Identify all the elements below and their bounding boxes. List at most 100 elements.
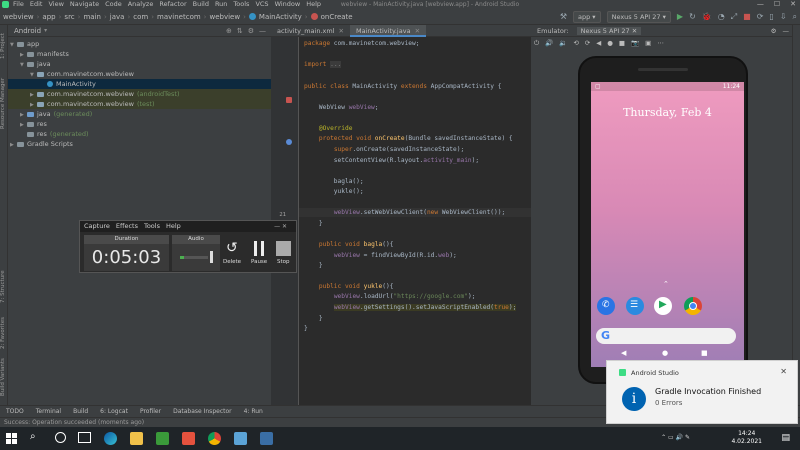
gear-icon[interactable]: ⚙ — [771, 27, 777, 35]
camtasia-icon[interactable] — [156, 432, 169, 445]
menu-analyze[interactable]: Analyze — [128, 0, 154, 9]
play-store-app-icon[interactable]: ▶ — [654, 297, 672, 315]
system-tray-icons[interactable]: ⌃ ▭ 🔊 ✎ — [661, 434, 690, 441]
project-tree-item[interactable]: ▼ java — [8, 59, 271, 69]
back-icon[interactable]: ◀ — [596, 39, 601, 47]
menu-file[interactable]: File — [13, 0, 24, 9]
build-variants-tab[interactable]: Build Variants — [0, 357, 8, 397]
chevron-down-icon[interactable]: ▾ — [44, 27, 47, 34]
project-tree-item[interactable]: ▶ Gradle Scripts — [8, 139, 271, 149]
hide-panel-icon[interactable]: — — [259, 27, 266, 35]
volume-up-icon[interactable]: 🔊 — [545, 39, 553, 47]
task-view-icon[interactable] — [78, 432, 91, 443]
back-nav-icon[interactable]: ◀ — [621, 349, 626, 357]
tab-logcat[interactable]: 6: Logcat — [100, 408, 128, 415]
overview-icon[interactable]: ■ — [619, 39, 625, 47]
home-nav-icon[interactable]: ● — [662, 349, 668, 357]
menu-tools[interactable]: Tools — [233, 0, 249, 9]
recents-nav-icon[interactable]: ■ — [701, 349, 708, 357]
favorites-tab[interactable]: 2: Favorites — [0, 313, 8, 353]
close-icon[interactable]: ✕ — [780, 367, 787, 376]
chrome-icon[interactable] — [208, 432, 221, 445]
override-gutter-icon[interactable] — [286, 139, 292, 145]
project-tree-item[interactable]: ▶ manifests — [8, 49, 271, 59]
project-tree-item[interactable]: MainActivity — [8, 79, 271, 89]
tab-build[interactable]: Build — [73, 408, 88, 415]
close-icon[interactable]: ✕ — [790, 0, 796, 9]
breadcrumb-src[interactable]: src — [61, 13, 74, 21]
phone-app-icon[interactable]: ✆ — [597, 297, 615, 315]
tab-todo[interactable]: TODO — [6, 408, 24, 415]
project-tree-item[interactable]: res (generated) — [8, 129, 271, 139]
recorder-menu-effects[interactable]: Effects — [116, 221, 138, 232]
menu-edit[interactable]: Edit — [30, 0, 43, 9]
resource-manager-tab[interactable]: Resource Manager — [0, 73, 8, 133]
start-icon[interactable] — [6, 433, 17, 444]
breadcrumb-webview[interactable]: webview — [206, 13, 240, 21]
project-tool-tab[interactable]: 1: Project — [0, 29, 8, 63]
gear-icon[interactable]: ⚙ — [248, 27, 254, 35]
recorder-menu-help[interactable]: Help — [166, 221, 181, 232]
structure-tab[interactable]: 7: Structure — [0, 265, 8, 309]
menu-navigate[interactable]: Navigate — [70, 0, 99, 9]
breadcrumb-mavinetcom[interactable]: mavinetcom — [154, 13, 201, 21]
stop-icon[interactable]: ■ — [743, 12, 751, 21]
breadcrumb-mainactivity[interactable]: MainActivity — [256, 13, 302, 21]
project-tree-item[interactable]: ▼ app — [8, 39, 271, 49]
collapsed-arrow-icon[interactable]: ▶ — [10, 140, 17, 150]
rotate-right-icon[interactable]: ⟳ — [585, 39, 590, 47]
delete-icon[interactable]: ↺ — [226, 240, 238, 256]
snapshot-icon[interactable]: ▣ — [645, 39, 651, 47]
hammer-icon[interactable]: ⚒ — [560, 12, 567, 21]
gradle-notification[interactable]: Android Studio ✕ i Gradle Invocation Fin… — [606, 360, 798, 424]
audio-slider-handle[interactable] — [210, 251, 213, 263]
project-tree-item[interactable]: ▶ java (generated) — [8, 109, 271, 119]
chrome-app-icon[interactable] — [684, 297, 702, 315]
avd-manager-icon[interactable]: ▯ — [769, 12, 773, 21]
close-icon[interactable]: ✕ — [632, 27, 637, 35]
class-gutter-icon[interactable] — [286, 97, 292, 103]
power-icon[interactable]: ⏻ — [534, 39, 539, 48]
tab-run[interactable]: 4: Run — [244, 408, 263, 415]
stop-icon[interactable] — [276, 241, 291, 256]
minimize-icon[interactable]: — — [757, 0, 764, 9]
menu-view[interactable]: View — [48, 0, 63, 9]
volume-down-icon[interactable]: 🔉 — [559, 39, 567, 47]
project-tree-item[interactable]: ▶ res — [8, 119, 271, 129]
profile-icon[interactable]: ◔ — [718, 12, 725, 21]
sdk-manager-icon[interactable]: ⇩ — [780, 12, 787, 21]
attach-debugger-icon[interactable]: ⤢ — [731, 12, 737, 22]
search-icon[interactable]: ⌕ — [793, 12, 797, 22]
google-search-bar[interactable]: G — [596, 328, 736, 344]
maximize-icon[interactable]: ☐ — [774, 0, 780, 9]
project-view-select[interactable]: Android — [14, 27, 41, 35]
collapse-icon[interactable]: ⇅ — [237, 27, 243, 35]
menu-run[interactable]: Run — [215, 0, 227, 9]
more-icon[interactable]: ⋯ — [657, 39, 664, 47]
home-icon[interactable]: ● — [607, 39, 613, 47]
notification-center-icon[interactable]: ▤ — [781, 433, 790, 443]
run-icon[interactable]: ▶ — [677, 12, 683, 21]
device-select[interactable]: Nexus 5 API 27 ▾ — [606, 10, 671, 23]
breadcrumb-com[interactable]: com — [130, 13, 148, 21]
android-studio-taskbar-icon[interactable] — [260, 432, 273, 445]
tab-mainactivity-java[interactable]: MainActivity.java ✕ — [349, 24, 427, 37]
breadcrumb-project[interactable]: webview — [0, 13, 34, 21]
edge-icon[interactable] — [104, 432, 117, 445]
recorder-app-icon[interactable] — [182, 432, 195, 445]
emulator-device-tab[interactable]: Nexus 5 API 27 ✕ — [576, 26, 642, 35]
menu-vcs[interactable]: VCS — [255, 0, 268, 9]
breadcrumb-java[interactable]: java — [107, 13, 125, 21]
menu-code[interactable]: Code — [105, 0, 122, 9]
audio-level-slider[interactable] — [180, 256, 208, 259]
phone-screen[interactable]: ▢ 11:24 Thursday, Feb 4 ⌃ ✆ ☰ ▶ G ◀ ● ■ — [591, 82, 744, 367]
file-explorer-icon[interactable] — [130, 432, 143, 445]
clock[interactable]: 14:24 4.02.2021 — [731, 430, 762, 446]
breadcrumb-main[interactable]: main — [80, 13, 101, 21]
close-icon[interactable]: ✕ — [415, 27, 420, 35]
sync-gradle-icon[interactable]: ⟳ — [757, 12, 764, 21]
menu-build[interactable]: Build — [193, 0, 209, 9]
locate-icon[interactable]: ⊕ — [226, 27, 232, 35]
close-icon[interactable]: ✕ — [339, 27, 344, 35]
rotate-left-icon[interactable]: ⟲ — [573, 39, 578, 47]
